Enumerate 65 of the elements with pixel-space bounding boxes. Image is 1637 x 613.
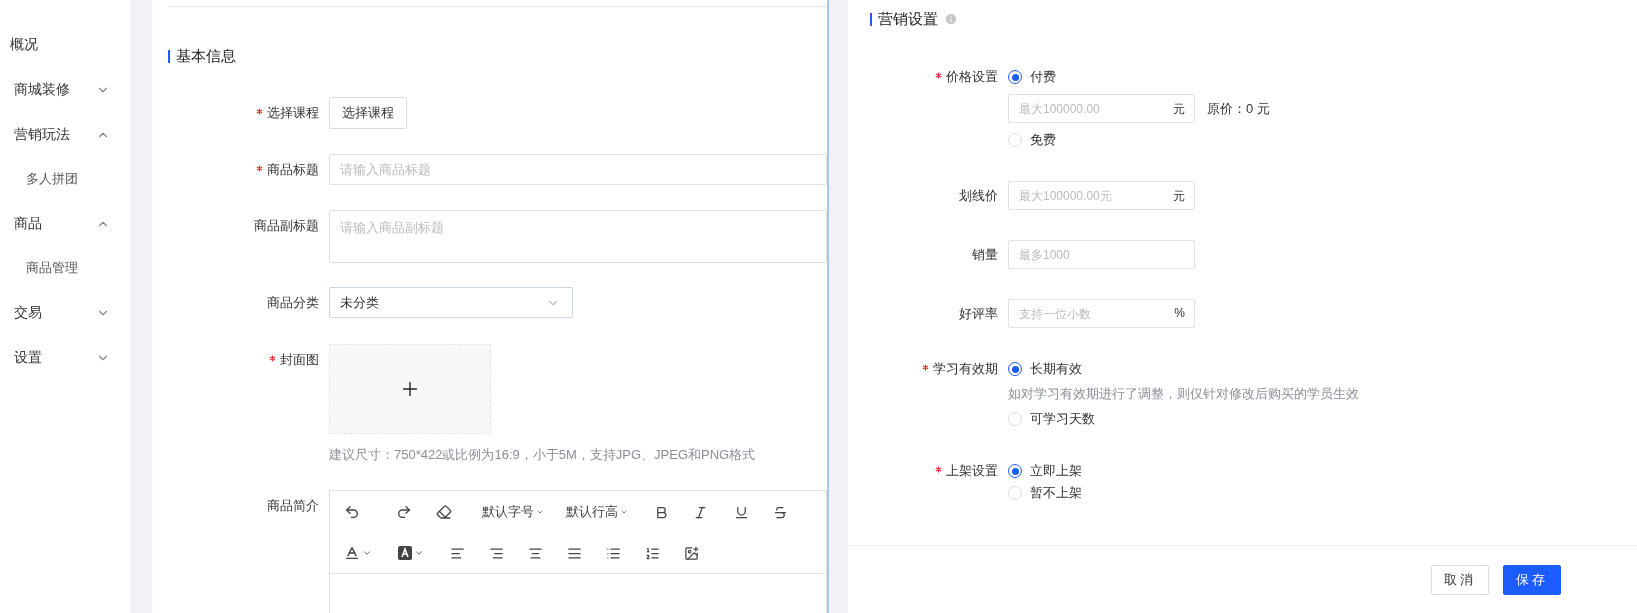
radio-option[interactable]: 长期有效 — [1008, 358, 1359, 380]
align-center-icon[interactable] — [528, 545, 543, 561]
save-button[interactable]: 保存 — [1503, 564, 1561, 595]
image-icon[interactable] — [684, 545, 699, 561]
section-marker — [870, 12, 872, 26]
field-label: 商品标题 — [168, 154, 329, 185]
align-justify-icon[interactable] — [567, 545, 582, 561]
italic-icon[interactable] — [693, 504, 708, 520]
field-label: 封面图 — [168, 344, 329, 376]
sidebar-item[interactable]: 商城装修 — [0, 67, 130, 112]
section-marker — [168, 49, 170, 63]
font-color-icon[interactable] — [344, 545, 372, 561]
radio-option[interactable]: 立即上架 — [1008, 460, 1082, 482]
caret-icon — [536, 508, 544, 516]
eraser-icon[interactable] — [436, 504, 452, 520]
original-price-text: 原价：0 元 — [1207, 99, 1270, 118]
bullet-list-icon[interactable] — [606, 545, 621, 561]
unit-label: 元 — [1173, 101, 1185, 118]
sidebar-subitem[interactable]: 多人拼团 — [0, 157, 130, 201]
strikethrough-icon[interactable] — [773, 504, 788, 520]
radio-option[interactable]: 可学习天数 — [1008, 408, 1359, 430]
rich-text-editor[interactable]: 默认字号 默认行高 — [329, 490, 827, 613]
sidebar-item[interactable]: 概况 — [0, 22, 130, 67]
sidebar-item[interactable]: 商品 — [0, 201, 130, 246]
field-label: 学习有效期 — [870, 358, 1008, 380]
radio-option[interactable]: 免费 — [1008, 129, 1270, 151]
bold-icon[interactable] — [654, 504, 669, 520]
select-course-button[interactable]: 选择课程 — [329, 97, 407, 129]
caret-icon — [620, 508, 628, 516]
field-label: 商品分类 — [266, 294, 320, 312]
upload-hint: 建议尺寸：750*422或比例为16:9，小于5M，支持JPG、JPEG和PNG格式 — [329, 446, 756, 464]
section-title: 基本信息 — [176, 46, 236, 66]
info-icon — [944, 12, 958, 26]
background-color-icon[interactable] — [398, 546, 424, 560]
sidebar-item[interactable]: 设置 — [0, 335, 130, 380]
font-size-dropdown[interactable]: 默认字号 — [482, 503, 544, 521]
field-label: 商品副标题 — [253, 217, 320, 235]
align-right-icon[interactable] — [489, 545, 504, 561]
line-height-dropdown[interactable]: 默认行高 — [566, 503, 628, 521]
field-label: 价格设置 — [870, 66, 1008, 88]
validity-hint: 如对学习有效期进行了调整，则仅针对修改后购买的学员生效 — [1008, 385, 1359, 403]
textarea-field[interactable]: 请输入商品副标题 — [329, 210, 827, 263]
sidebar-item[interactable]: 营销玩法 — [0, 112, 130, 157]
cancel-button[interactable]: 取消 — [1431, 564, 1489, 595]
unit-label: 元 — [1173, 188, 1185, 205]
undo-icon[interactable] — [344, 504, 360, 520]
field-label: 好评率 — [958, 305, 999, 323]
category-select[interactable]: 未分类 — [329, 287, 573, 318]
input-field[interactable]: 请输入商品标题 — [329, 154, 827, 185]
underline-icon[interactable] — [734, 504, 749, 520]
align-left-icon[interactable] — [450, 545, 465, 561]
redo-icon[interactable] — [396, 504, 412, 520]
section-title: 营销设置 — [878, 9, 938, 29]
field-label: 上架设置 — [870, 460, 1008, 482]
input-field[interactable]: 最多1000 — [1008, 240, 1195, 269]
sidebar-subitem[interactable]: 商品管理 — [0, 246, 130, 290]
sidebar-item[interactable]: 交易 — [0, 290, 130, 335]
unit-label: % — [1174, 306, 1185, 320]
field-label: 商品简介 — [266, 497, 320, 515]
field-label: 选择课程 — [168, 97, 329, 129]
radio-option[interactable]: 付费 — [1008, 66, 1270, 88]
radio-option[interactable]: 暂不上架 — [1008, 482, 1082, 504]
field-label: 划线价 — [958, 187, 999, 205]
numbered-list-icon[interactable] — [645, 545, 660, 561]
field-label: 销量 — [971, 246, 999, 264]
